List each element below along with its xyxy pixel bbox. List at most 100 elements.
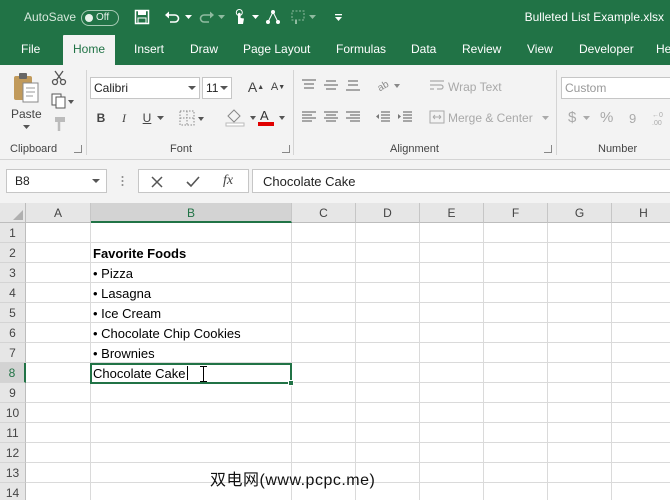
- row-header[interactable]: 8: [0, 363, 26, 383]
- wrap-text-icon[interactable]: [428, 78, 446, 94]
- row-header[interactable]: 10: [0, 403, 26, 423]
- font-name-select[interactable]: Calibri: [90, 77, 200, 99]
- row-header[interactable]: 13: [0, 463, 26, 483]
- underline-dropdown-icon[interactable]: [155, 109, 165, 127]
- tab-help[interactable]: He: [656, 42, 670, 56]
- merge-dropdown-icon[interactable]: [540, 113, 550, 123]
- undo-dropdown-icon[interactable]: [183, 7, 193, 27]
- save-icon[interactable]: [132, 7, 152, 27]
- insert-function-icon[interactable]: fx: [223, 173, 233, 189]
- middle-align-icon[interactable]: [322, 77, 340, 93]
- column-header[interactable]: D: [356, 203, 420, 223]
- orientation-icon[interactable]: ab: [375, 76, 405, 94]
- column-header[interactable]: A: [26, 203, 91, 223]
- tab-insert[interactable]: Insert: [134, 42, 164, 56]
- row-header[interactable]: 12: [0, 443, 26, 463]
- align-center-icon[interactable]: [322, 109, 340, 125]
- tab-page-layout[interactable]: Page Layout: [243, 42, 310, 56]
- tab-file[interactable]: File: [21, 42, 40, 56]
- copy-icon[interactable]: [50, 92, 76, 110]
- row-header[interactable]: 5: [0, 303, 26, 323]
- ibeam-cursor-icon: [200, 366, 207, 382]
- font-launcher-icon[interactable]: [282, 145, 290, 153]
- increase-font-size-icon[interactable]: A ▲: [248, 77, 264, 97]
- comma-style-icon[interactable]: 9: [627, 109, 645, 127]
- italic-icon[interactable]: I: [115, 109, 133, 127]
- cut-icon[interactable]: [50, 69, 68, 87]
- decrease-indent-icon[interactable]: [374, 109, 392, 125]
- tab-review[interactable]: Review: [462, 42, 501, 56]
- format-painter-brush-icon[interactable]: [50, 115, 68, 133]
- wrap-text-label[interactable]: Wrap Text: [448, 80, 502, 94]
- row-header[interactable]: 6: [0, 323, 26, 343]
- select-all-button[interactable]: [0, 203, 26, 223]
- paste-dropdown-icon[interactable]: [20, 123, 32, 131]
- customize-icon[interactable]: [330, 7, 346, 27]
- tab-developer[interactable]: Developer: [579, 42, 634, 56]
- fill-color-icon[interactable]: [223, 108, 259, 128]
- tab-data[interactable]: Data: [411, 42, 436, 56]
- touch-dropdown-icon[interactable]: [250, 7, 260, 27]
- sort-filter-icon[interactable]: [263, 7, 283, 27]
- undo-icon[interactable]: [162, 7, 182, 27]
- fill-handle[interactable]: [288, 380, 294, 386]
- cell-b6[interactable]: • Chocolate Chip Cookies: [93, 324, 241, 344]
- tab-formulas[interactable]: Formulas: [336, 42, 386, 56]
- redo-icon[interactable]: [197, 7, 217, 27]
- svg-text:.00: .00: [652, 120, 662, 127]
- tab-home[interactable]: Home: [63, 35, 116, 66]
- row-header[interactable]: 1: [0, 223, 26, 243]
- group-divider: [293, 70, 294, 155]
- row-header[interactable]: 11: [0, 423, 26, 443]
- column-header[interactable]: H: [612, 203, 670, 223]
- cell-b7[interactable]: • Brownies: [93, 344, 155, 364]
- row-header[interactable]: 7: [0, 343, 26, 363]
- percent-icon[interactable]: %: [600, 109, 613, 126]
- currency-dropdown-icon[interactable]: [581, 114, 591, 122]
- tab-draw[interactable]: Draw: [190, 42, 218, 56]
- column-header[interactable]: G: [548, 203, 612, 223]
- align-left-icon[interactable]: [300, 109, 318, 125]
- column-header[interactable]: F: [484, 203, 548, 223]
- tab-view[interactable]: View: [527, 42, 553, 56]
- align-right-icon[interactable]: [344, 109, 362, 125]
- merge-center-icon[interactable]: [428, 109, 446, 125]
- cell-b4[interactable]: • Lasagna: [93, 284, 151, 304]
- name-box[interactable]: B8: [6, 169, 107, 193]
- borders-icon[interactable]: [178, 108, 206, 128]
- column-header[interactable]: B: [91, 203, 292, 223]
- autosave-toggle[interactable]: Off: [81, 10, 119, 26]
- cell-b5[interactable]: • Ice Cream: [93, 304, 161, 324]
- column-header[interactable]: E: [420, 203, 484, 223]
- increase-indent-icon[interactable]: [396, 109, 414, 125]
- merge-center-label[interactable]: Merge & Center: [448, 111, 533, 125]
- font-size-select[interactable]: 11: [202, 77, 232, 99]
- alignment-launcher-icon[interactable]: [544, 145, 552, 153]
- underline-icon[interactable]: U: [138, 109, 156, 127]
- chevron-down-icon: [188, 86, 196, 90]
- top-align-icon[interactable]: [300, 77, 318, 93]
- number-format-select[interactable]: Custom: [561, 77, 670, 99]
- row-header[interactable]: 9: [0, 383, 26, 403]
- cell-b3[interactable]: • Pizza: [93, 264, 133, 284]
- row-header[interactable]: 2: [0, 243, 26, 263]
- touch-mode-icon[interactable]: [230, 7, 250, 27]
- row-header[interactable]: 14: [0, 483, 26, 500]
- decrease-font-size-icon[interactable]: A ▼: [270, 77, 286, 97]
- currency-icon[interactable]: $: [568, 109, 576, 126]
- cell-b2[interactable]: Favorite Foods: [93, 244, 186, 264]
- paste-icon[interactable]: [10, 71, 42, 105]
- formula-input[interactable]: Chocolate Cake: [252, 169, 670, 193]
- column-header[interactable]: C: [292, 203, 356, 223]
- enter-check-icon[interactable]: [185, 174, 201, 190]
- row-header[interactable]: 4: [0, 283, 26, 303]
- font-color-icon[interactable]: A: [256, 107, 290, 129]
- clipboard-launcher-icon[interactable]: [74, 145, 82, 153]
- bold-icon[interactable]: B: [92, 109, 110, 127]
- active-cell-b8[interactable]: Chocolate Cake: [90, 363, 294, 386]
- cancel-icon[interactable]: [149, 174, 165, 190]
- row-header[interactable]: 3: [0, 263, 26, 283]
- paste-label[interactable]: Paste: [11, 107, 42, 121]
- decimal-icon[interactable]: ←0.00: [650, 108, 670, 128]
- bottom-align-icon[interactable]: [344, 77, 362, 93]
